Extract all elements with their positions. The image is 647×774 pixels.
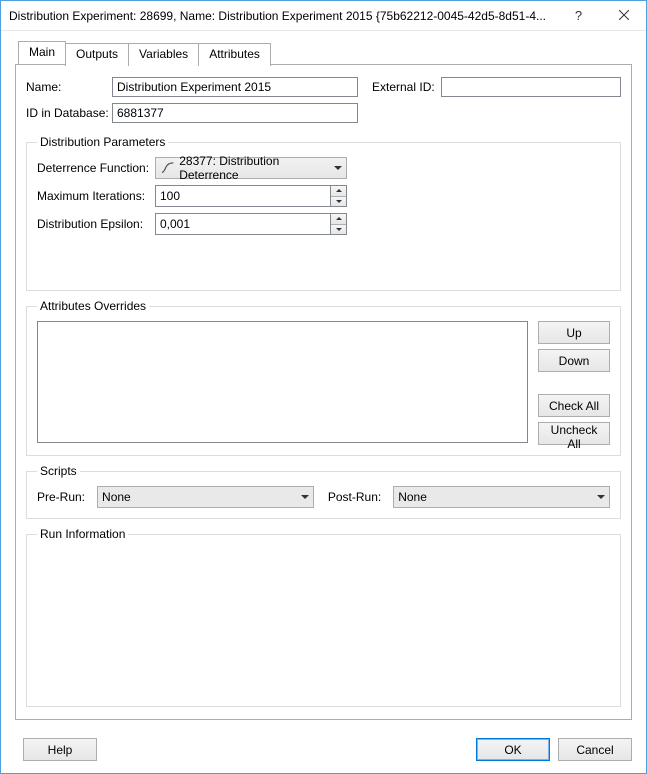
chevron-down-icon [334, 166, 342, 170]
row-max-iter: Maximum Iterations: [37, 185, 610, 207]
help-button[interactable]: Help [23, 738, 97, 761]
chevron-up-icon [336, 217, 342, 220]
group-run-information: Run Information [26, 527, 621, 707]
group-distribution-parameters: Distribution Parameters Deterrence Funct… [26, 135, 621, 291]
epsilon-down-button[interactable] [331, 224, 346, 235]
post-run-value: None [398, 490, 427, 504]
name-label: Name: [26, 80, 106, 94]
content-area: Main Outputs Variables Attributes Name: … [1, 31, 646, 730]
window-title: Distribution Experiment: 28699, Name: Di… [9, 9, 556, 23]
close-button[interactable] [601, 1, 646, 30]
name-field[interactable] [112, 77, 358, 97]
chevron-down-icon [336, 200, 342, 203]
epsilon-spin-buttons [330, 213, 347, 235]
run-info-body [37, 549, 610, 579]
check-all-label: Check All [549, 399, 599, 413]
external-id-field[interactable] [441, 77, 621, 97]
ok-button-label: OK [504, 743, 521, 757]
ok-button[interactable]: OK [476, 738, 550, 761]
max-iter-label: Maximum Iterations: [37, 189, 155, 203]
pre-run-label: Pre-Run: [37, 490, 85, 504]
chevron-down-icon [597, 495, 605, 499]
attr-overrides-button-column: Up Down Check All Uncheck All [538, 321, 610, 445]
up-button[interactable]: Up [538, 321, 610, 344]
deterrence-value: 28377: Distribution Deterrence [179, 154, 334, 182]
chevron-down-icon [301, 495, 309, 499]
scripts-row: Pre-Run: None Post-Run: None [37, 486, 610, 508]
row-dbid: ID in Database: [26, 103, 621, 123]
tab-outputs-label: Outputs [76, 47, 118, 61]
tab-outputs[interactable]: Outputs [65, 43, 129, 66]
help-button-titlebar[interactable]: ? [556, 1, 601, 30]
attr-overrides-body: Up Down Check All Uncheck All [37, 321, 610, 445]
pre-run-value: None [102, 490, 131, 504]
epsilon-input[interactable] [155, 213, 330, 235]
max-iter-spin-buttons [330, 185, 347, 207]
curve-icon [160, 160, 175, 176]
post-run-combo[interactable]: None [393, 486, 610, 508]
help-button-label: Help [48, 743, 73, 757]
tabstrip: Main Outputs Variables Attributes [18, 41, 632, 64]
button-spacer [538, 377, 610, 389]
pre-run-combo[interactable]: None [97, 486, 314, 508]
max-iter-up-button[interactable] [331, 186, 346, 196]
dialog-footer: Help OK Cancel [1, 730, 646, 773]
tab-attributes[interactable]: Attributes [198, 43, 271, 66]
row-epsilon: Distribution Epsilon: [37, 213, 610, 235]
uncheck-all-label: Uncheck All [551, 423, 598, 451]
chevron-up-icon [336, 189, 342, 192]
titlebar: Distribution Experiment: 28699, Name: Di… [1, 1, 646, 31]
deterrence-label: Deterrence Function: [37, 161, 155, 175]
attr-overrides-list[interactable] [37, 321, 528, 443]
epsilon-spinner [155, 213, 347, 235]
chevron-down-icon [336, 228, 342, 231]
up-button-label: Up [566, 326, 581, 340]
down-button[interactable]: Down [538, 349, 610, 372]
epsilon-up-button[interactable] [331, 214, 346, 224]
help-icon: ? [575, 8, 582, 23]
scripts-legend: Scripts [37, 464, 80, 478]
external-id-label: External ID: [372, 80, 435, 94]
tab-variables[interactable]: Variables [128, 43, 199, 66]
row-deterrence: Deterrence Function: 28377: Distribution… [37, 157, 610, 179]
group-scripts: Scripts Pre-Run: None Post-Run: None [26, 464, 621, 519]
down-button-label: Down [559, 354, 590, 368]
tab-panel-main: Name: External ID: ID in Database: Distr… [15, 64, 632, 720]
attr-overrides-legend: Attributes Overrides [37, 299, 149, 313]
row-name: Name: External ID: [26, 77, 621, 97]
uncheck-all-button[interactable]: Uncheck All [538, 422, 610, 445]
dialog-window: Distribution Experiment: 28699, Name: Di… [0, 0, 647, 774]
tab-attributes-label: Attributes [209, 47, 260, 61]
dist-params-legend: Distribution Parameters [37, 135, 168, 149]
close-icon [619, 8, 629, 23]
run-info-legend: Run Information [37, 527, 128, 541]
check-all-button[interactable]: Check All [538, 394, 610, 417]
group-attributes-overrides: Attributes Overrides Up Down Check All U… [26, 299, 621, 456]
max-iter-spinner [155, 185, 347, 207]
max-iter-down-button[interactable] [331, 196, 346, 207]
cancel-button-label: Cancel [576, 743, 613, 757]
tab-variables-label: Variables [139, 47, 188, 61]
cancel-button[interactable]: Cancel [558, 738, 632, 761]
tab-main-label: Main [29, 45, 55, 59]
epsilon-label: Distribution Epsilon: [37, 217, 155, 231]
post-run-label: Post-Run: [328, 490, 381, 504]
tab-main[interactable]: Main [18, 41, 66, 64]
max-iter-input[interactable] [155, 185, 330, 207]
db-id-label: ID in Database: [26, 106, 106, 120]
deterrence-combo[interactable]: 28377: Distribution Deterrence [155, 157, 347, 179]
db-id-field[interactable] [112, 103, 358, 123]
